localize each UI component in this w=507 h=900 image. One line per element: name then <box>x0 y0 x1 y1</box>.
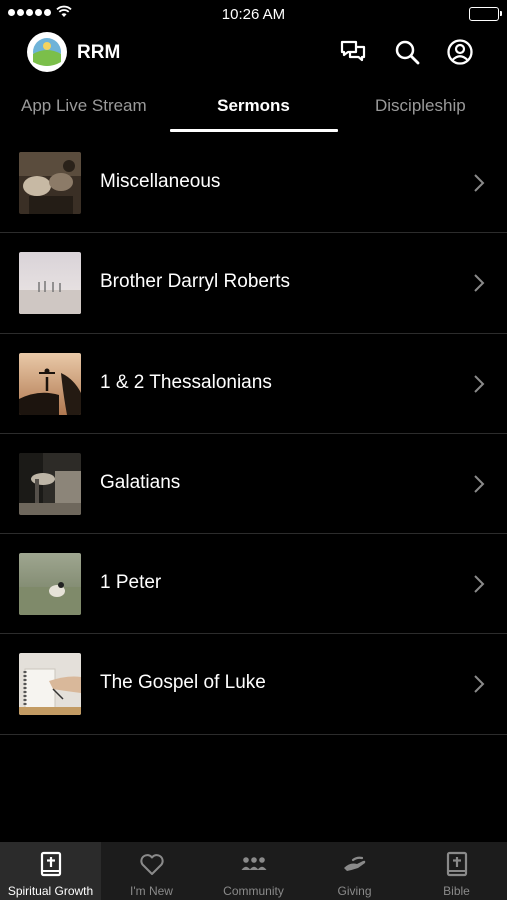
active-tab-indicator <box>170 129 338 132</box>
chevron-right-icon <box>474 575 485 593</box>
series-title: Galatians <box>100 471 181 493</box>
nav-label: Bible <box>443 884 470 898</box>
series-thumbnail <box>19 152 81 214</box>
chevron-right-icon <box>474 675 485 694</box>
nav-label: Spiritual Growth <box>7 884 94 898</box>
series-title: 1 Peter <box>100 572 162 594</box>
chat-icon[interactable] <box>339 38 367 66</box>
list-item[interactable]: Galatians <box>0 434 507 535</box>
profile-icon[interactable] <box>446 38 474 66</box>
series-thumbnail <box>19 252 81 315</box>
bible-icon <box>446 851 468 877</box>
battery-icon <box>469 7 502 21</box>
nav-spiritual-growth[interactable]: Spiritual Growth <box>0 842 101 900</box>
nav-bible[interactable]: Bible <box>406 842 507 900</box>
series-title: Miscellaneous <box>100 171 221 192</box>
tab-discipleship[interactable]: Discipleship <box>375 96 466 116</box>
chevron-right-icon <box>474 274 485 293</box>
series-title: The Gospel of Luke <box>100 672 266 694</box>
app-header: RRM <box>0 30 507 76</box>
chevron-right-icon <box>474 475 485 493</box>
heart-icon <box>140 854 164 875</box>
nav-community[interactable]: Community <box>203 842 304 900</box>
status-bar: 10:26 AM <box>0 0 507 28</box>
bible-icon <box>40 851 62 877</box>
list-item[interactable]: Brother Darryl Roberts <box>0 233 507 334</box>
top-tabs: App Live Stream Sermons Discipleship <box>0 90 507 134</box>
chevron-right-icon <box>474 174 485 192</box>
list-item[interactable]: The Gospel of Luke <box>0 634 507 735</box>
nav-label: I'm New <box>130 884 173 898</box>
series-thumbnail <box>19 452 81 515</box>
list-item[interactable]: 1 & 2 Thessalonians <box>0 334 507 434</box>
chevron-right-icon <box>474 374 485 393</box>
church-logo[interactable] <box>27 32 67 72</box>
app-title: RRM <box>77 42 121 63</box>
nav-label: Giving <box>337 884 372 898</box>
series-title: 1 & 2 Thessalonians <box>100 371 272 393</box>
list-item[interactable]: Miscellaneous <box>0 133 507 234</box>
nav-im-new[interactable]: I'm New <box>101 842 202 900</box>
bottom-tab-bar: Spiritual Growth I'm New Community Givin… <box>0 842 507 900</box>
giving-hand-icon <box>344 856 366 871</box>
series-title: Brother Darryl Roberts <box>100 271 291 293</box>
nav-giving[interactable]: Giving <box>304 842 405 900</box>
people-icon <box>241 857 267 870</box>
sermon-series-list: Miscellaneous Brother Darryl Roberts 1 &… <box>0 133 507 735</box>
series-thumbnail <box>19 352 81 415</box>
list-item[interactable]: 1 Peter <box>0 534 507 635</box>
series-thumbnail <box>19 553 81 616</box>
status-time: 10:26 AM <box>221 6 286 23</box>
nav-label: Community <box>223 884 284 898</box>
search-icon[interactable] <box>393 38 421 66</box>
series-thumbnail <box>19 653 81 716</box>
